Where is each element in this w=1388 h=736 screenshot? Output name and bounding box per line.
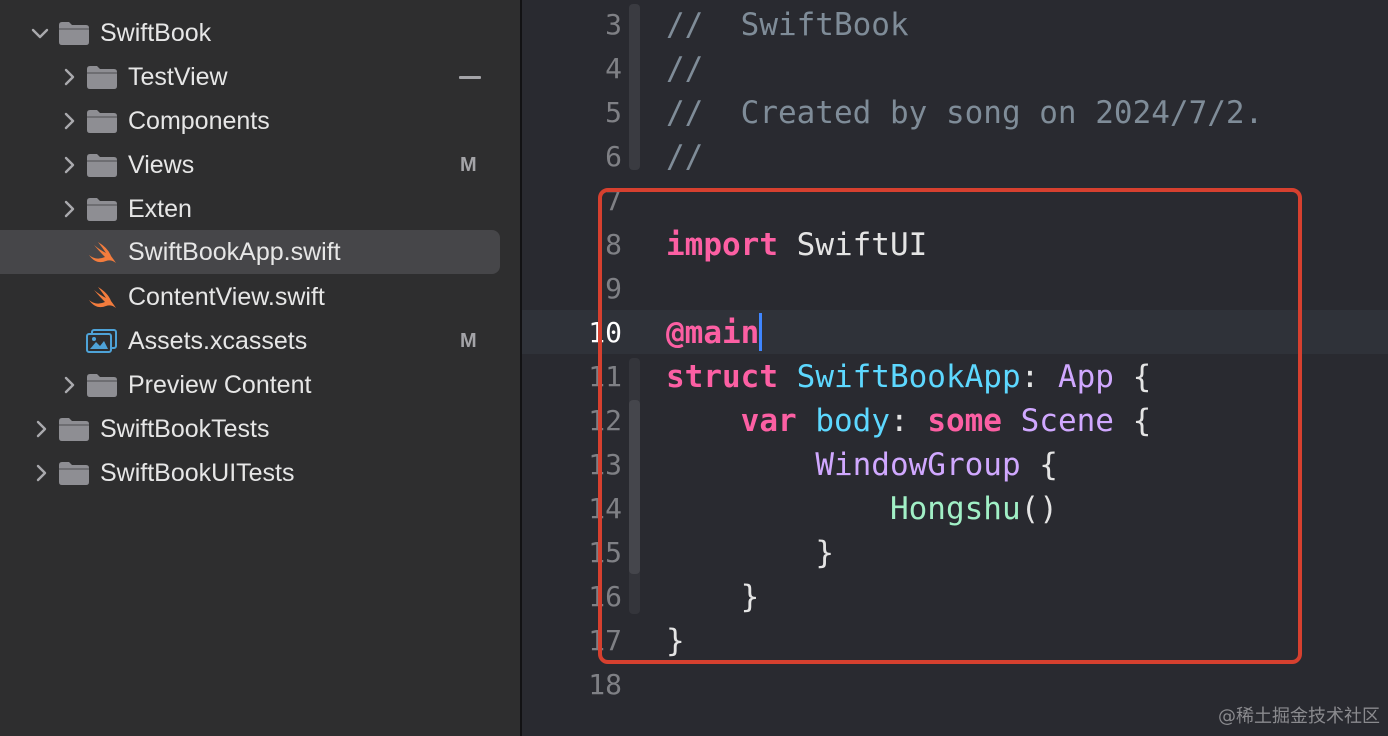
line-number: 18	[588, 668, 622, 701]
folder-icon	[58, 460, 90, 486]
code-fold-ribbon[interactable]	[629, 4, 640, 170]
chevron-right-icon[interactable]	[59, 111, 79, 131]
folder-icon	[58, 20, 90, 46]
status-badge	[459, 76, 481, 79]
navigator-item-label: TestView	[128, 63, 228, 91]
chevron-right-icon[interactable]	[59, 155, 79, 175]
navigator-item-views[interactable]: Views M	[0, 143, 520, 187]
code-line[interactable]: // Created by song on 2024/7/2.	[666, 91, 1263, 135]
navigator-item-label: SwiftBookApp.swift	[128, 238, 341, 266]
code-line[interactable]: //	[666, 47, 703, 91]
asset-catalog-icon	[86, 328, 118, 354]
chevron-right-icon[interactable]	[59, 199, 79, 219]
chevron-right-icon[interactable]	[31, 463, 51, 483]
navigator-item-label: ContentView.swift	[128, 283, 325, 311]
navigator-item-label: SwiftBook	[100, 19, 212, 47]
comment-token: // SwiftBook	[666, 7, 909, 43]
navigator-item-label: Preview Content	[128, 371, 312, 399]
status-badge: M	[460, 330, 477, 352]
navigator-item-testview[interactable]: TestView	[0, 55, 520, 99]
code-line[interactable]: // SwiftBook	[666, 3, 909, 47]
watermark: @稀土掘金技术社区	[1218, 706, 1380, 727]
folder-icon	[86, 372, 118, 398]
folder-icon	[86, 64, 118, 90]
line-number: 6	[605, 140, 622, 173]
line-number: 5	[605, 96, 622, 129]
navigator-item-swiftbook[interactable]: SwiftBook	[0, 11, 520, 55]
navigator-item-label: Exten	[128, 195, 192, 223]
line-number: 3	[605, 8, 622, 41]
folder-icon	[86, 196, 118, 222]
navigator-item-contentview-swift[interactable]: ContentView.swift	[0, 275, 520, 319]
folder-icon	[86, 108, 118, 134]
code-line[interactable]: //	[666, 135, 703, 179]
folder-icon	[86, 152, 118, 178]
navigator-item-assets-xcassets[interactable]: Assets.xcassets M	[0, 319, 520, 363]
status-badge: M	[460, 154, 477, 176]
navigator-item-label: Components	[128, 107, 270, 135]
folder-icon	[58, 416, 90, 442]
navigator-item-swiftbookuitests[interactable]: SwiftBookUITests	[0, 451, 520, 495]
navigator-item-label: Assets.xcassets	[128, 327, 308, 355]
chevron-right-icon[interactable]	[31, 419, 51, 439]
chevron-right-icon[interactable]	[59, 375, 79, 395]
navigator-item-components[interactable]: Components	[0, 99, 520, 143]
chevron-right-icon[interactable]	[59, 67, 79, 87]
navigator-item-label: Views	[128, 151, 195, 179]
swift-file-icon	[86, 239, 118, 265]
comment-token: // Created by song on 2024/7/2.	[666, 95, 1264, 131]
comment-token: //	[666, 139, 704, 175]
navigator-item-swiftbookapp-swift[interactable]: SwiftBookApp.swift	[0, 230, 520, 274]
navigator-item-exten[interactable]: Exten	[0, 187, 520, 231]
swift-file-icon	[86, 284, 118, 310]
comment-token: //	[666, 51, 704, 87]
navigator-item-swiftbooktests[interactable]: SwiftBookTests	[0, 407, 520, 451]
navigator-item-preview-content[interactable]: Preview Content	[0, 363, 520, 407]
navigator-item-label: SwiftBookUITests	[100, 459, 295, 487]
chevron-down-icon[interactable]	[30, 23, 50, 43]
navigator-item-label: SwiftBookTests	[100, 415, 270, 443]
project-navigator: SwiftBook TestView Components Views M Ex…	[0, 0, 520, 736]
line-number: 4	[605, 52, 622, 85]
annotation-highlight-box	[598, 188, 1302, 664]
